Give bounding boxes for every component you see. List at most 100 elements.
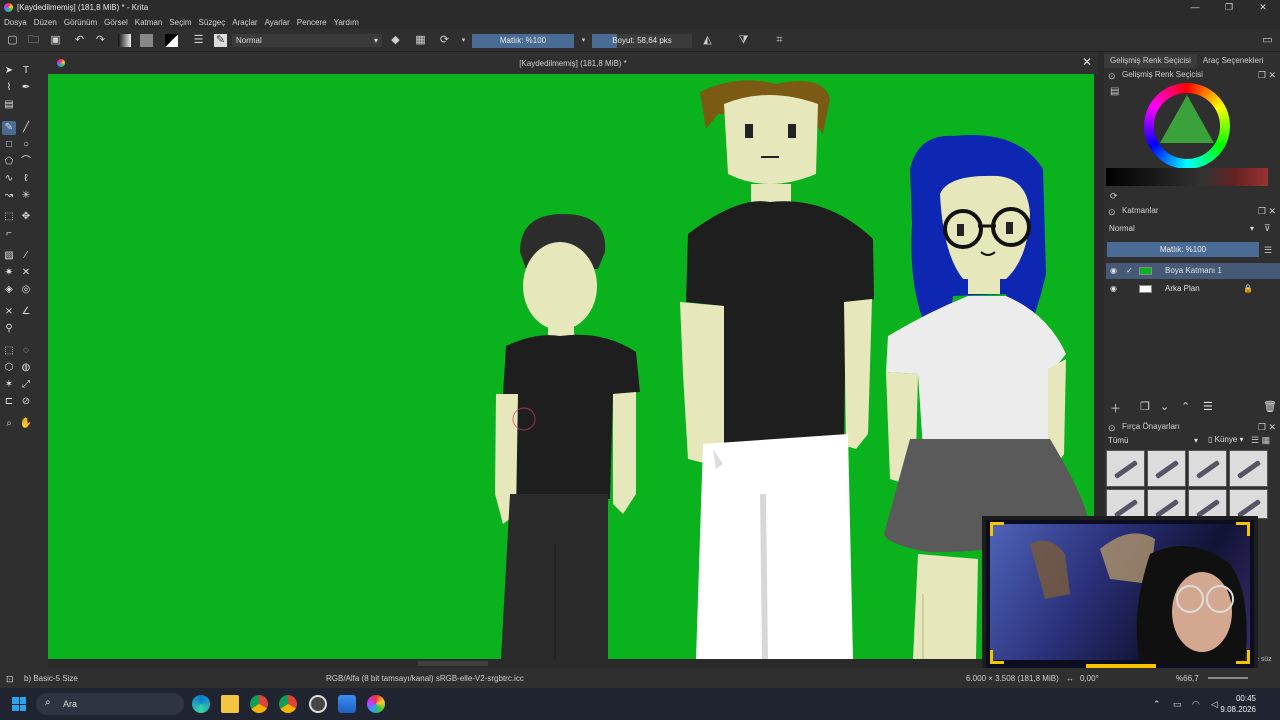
menu-edit[interactable]: Düzen <box>34 18 57 27</box>
brush-status-icon[interactable]: ⊡ <box>6 674 14 685</box>
visibility-eye-icon[interactable]: ◉ <box>1110 281 1117 297</box>
menu-view[interactable]: Görünüm <box>64 18 97 27</box>
eraser-icon[interactable]: ◆ <box>389 34 402 47</box>
lock-icon[interactable]: 🔒 <box>1243 281 1253 297</box>
smart-patch-icon[interactable]: ✷ <box>2 266 16 280</box>
zoom-value[interactable]: %66,7 <box>1176 674 1199 683</box>
tab-tool-options[interactable]: Araç Seçenekleri <box>1197 54 1269 68</box>
krita-taskbar-icon[interactable] <box>367 695 385 713</box>
workspace-icon[interactable]: ▭ <box>1261 34 1274 47</box>
assistant-tool-icon[interactable]: ✕ <box>19 266 33 280</box>
menu-layer[interactable]: Katman <box>135 18 163 27</box>
text-tool-icon[interactable]: T <box>19 64 33 78</box>
polygon-tool-icon[interactable]: ⬠ <box>2 155 16 169</box>
refresh-icon[interactable]: ⟳ <box>1110 191 1118 202</box>
panel-float-close-icon[interactable]: ❐ ✕ <box>1258 69 1276 81</box>
menu-file[interactable]: Dosya <box>4 18 27 27</box>
dynamic-brush-icon[interactable]: ↝ <box>2 189 16 203</box>
edit-shapes-icon[interactable]: ⌇ <box>2 81 16 95</box>
brush-preset[interactable] <box>1106 489 1145 519</box>
blend-mode-select[interactable]: Normal <box>232 34 382 47</box>
app-icon[interactable] <box>338 695 356 713</box>
reload-preset-icon[interactable]: ⟳ <box>438 34 451 47</box>
size-slider[interactable]: Boyut: 58,64 pks <box>592 34 692 48</box>
freehand-select-icon[interactable]: ◍ <box>19 361 33 375</box>
chevron-down-icon[interactable]: ▾ <box>577 34 590 47</box>
save-icon[interactable]: ▣ <box>49 34 62 47</box>
layer-row[interactable]: ◉ ✓ Boya Katmanı 1 <box>1106 263 1280 279</box>
gradient-swatch-icon[interactable] <box>118 34 131 47</box>
tab-advanced-color-selector[interactable]: Gelişmiş Renk Seçicisi <box>1104 54 1197 68</box>
zoom-slider[interactable] <box>1208 677 1248 679</box>
panel-lock-icon[interactable]: ⊙ <box>1108 206 1116 218</box>
menu-select[interactable]: Seçim <box>169 18 191 27</box>
chevron-down-icon[interactable]: ▾ <box>457 34 470 47</box>
network-icon[interactable]: ▭ <box>1173 699 1182 710</box>
transform-tool-icon[interactable]: ⬚ <box>2 210 16 224</box>
delete-layer-icon[interactable]: 🗑 <box>1263 400 1277 413</box>
panel-float-close-icon[interactable]: ❐ ✕ <box>1258 421 1276 433</box>
maximize-button[interactable]: ❐ <box>1212 0 1246 15</box>
move-tool-icon[interactable]: ✥ <box>19 210 33 224</box>
obs-icon[interactable] <box>309 695 327 713</box>
add-layer-icon[interactable]: ＋ <box>1110 400 1121 416</box>
edge-icon[interactable] <box>192 695 210 713</box>
color-wheel[interactable] <box>1144 83 1230 169</box>
bezier-tool-icon[interactable]: ∿ <box>2 172 16 186</box>
layers-blend-select[interactable]: Normal <box>1106 223 1256 235</box>
brush-preset[interactable] <box>1188 489 1227 519</box>
line-tool-icon[interactable]: ╱ <box>19 121 33 135</box>
menu-tools[interactable]: Araçlar <box>232 18 257 27</box>
layer-row[interactable]: ◉ Arka Plan 🔒 <box>1106 281 1280 297</box>
layer-opacity-slider[interactable]: Matlık: %100 <box>1107 242 1259 257</box>
panel-float-close-icon[interactable]: ❐ ✕ <box>1258 205 1276 217</box>
scrollbar-thumb[interactable] <box>418 661 488 666</box>
panel-lock-icon[interactable]: ⊙ <box>1108 70 1116 82</box>
select-shapes-icon[interactable]: ➤ <box>2 64 16 78</box>
new-document-icon[interactable]: ▢ <box>6 34 19 47</box>
menu-image[interactable]: Görsel <box>104 18 128 27</box>
volume-icon[interactable]: ◁ <box>1211 699 1218 710</box>
close-window-button[interactable]: ✕ <box>1246 0 1280 15</box>
colorize-mask-icon[interactable]: ▤ <box>2 98 16 112</box>
brush-preset[interactable] <box>1229 489 1268 519</box>
taskbar-search[interactable]: ⌕ Ara <box>36 693 184 715</box>
move-down-icon[interactable]: ⌄ <box>1160 400 1169 413</box>
filter-icon[interactable]: ⊽ <box>1264 223 1271 234</box>
close-document-icon[interactable]: ✕ <box>1082 55 1092 69</box>
chrome-profile-icon[interactable] <box>279 695 297 713</box>
horizontal-scrollbar[interactable] <box>48 659 1098 668</box>
opacity-slider[interactable]: Matlık: %100 <box>472 34 574 48</box>
brush-preset[interactable] <box>1229 450 1268 487</box>
fg-bg-color-icon[interactable] <box>165 34 178 47</box>
alpha-lock-icon[interactable]: ▦ <box>414 34 427 47</box>
assistant-ruler-icon[interactable]: ⨯ <box>2 305 16 319</box>
checkbox-icon[interactable]: ✓ <box>1126 263 1133 279</box>
calligraphy-icon[interactable]: ✒ <box>19 81 33 95</box>
freehand-path-icon[interactable]: ℓ <box>19 172 33 186</box>
bezier-select-icon[interactable]: ⊏ <box>2 395 16 409</box>
redo-icon[interactable]: ↷ <box>94 34 107 47</box>
polyline-tool-icon[interactable]: ⌒ <box>19 155 33 169</box>
crop-tool-icon[interactable]: ⌐ <box>2 227 16 241</box>
menu-filter[interactable]: Süzgeç <box>199 18 226 27</box>
minimize-button[interactable]: — <box>1178 0 1212 15</box>
gradient-tool-icon[interactable]: ▧ <box>2 249 16 263</box>
brush-preset[interactable] <box>1147 489 1186 519</box>
magnetic-select-icon[interactable]: ⊘ <box>19 395 33 409</box>
wrap-around-icon[interactable]: ⌗ <box>773 34 786 47</box>
contiguous-select-icon[interactable]: ✶ <box>2 378 16 392</box>
taskbar-clock[interactable]: 00:45 9.08.2026 <box>1220 693 1256 715</box>
wifi-icon[interactable]: ◠ <box>1192 699 1200 710</box>
rotation-icon[interactable]: ↔ <box>1066 674 1074 683</box>
ellipse-tool-icon[interactable]: ○ <box>19 138 33 152</box>
fill-tool-icon[interactable]: ◈ <box>2 283 16 297</box>
move-up-icon[interactable]: ⌃ <box>1181 400 1190 413</box>
layer-menu-icon[interactable]: ☰ <box>1264 245 1272 256</box>
brush-filter-select[interactable]: Tümü <box>1106 435 1202 447</box>
duplicate-layer-icon[interactable]: ❐ <box>1140 400 1150 413</box>
drawing-canvas[interactable] <box>48 74 1094 659</box>
pan-tool-icon[interactable]: ✋ <box>19 417 33 431</box>
polygon-select-icon[interactable]: ⬡ <box>2 361 16 375</box>
rectangle-tool-icon[interactable]: □ <box>2 138 16 152</box>
